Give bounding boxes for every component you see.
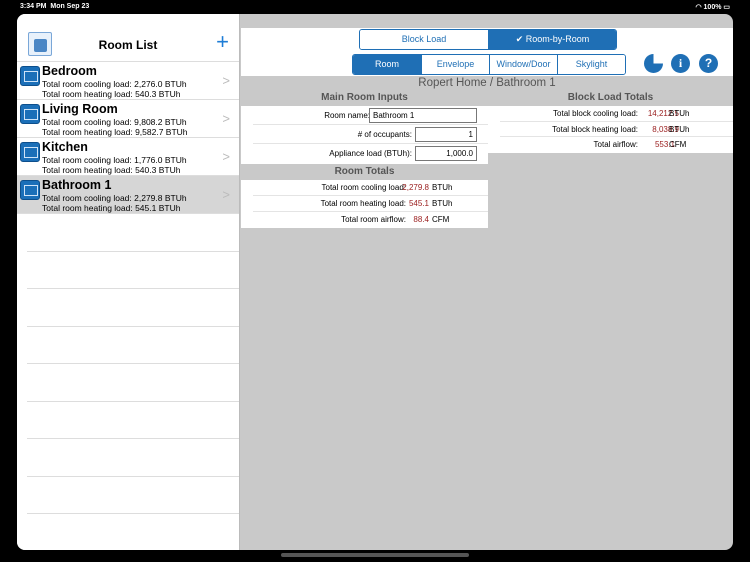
occupants-label: # of occupants: [357,130,412,139]
block-total-row: Total block heating load: 8,038.9 BTUh [500,122,733,137]
section-tabs: Room Envelope Window/Door Skylight [352,54,626,75]
room-name: Bedroom [42,64,97,78]
room-name-input[interactable]: Bathroom 1 [369,108,477,123]
room-name: Bathroom 1 [42,178,112,192]
total-label: Total room cooling load: [321,183,407,192]
room-total-row: Total room cooling load: 2,279.8 BTUh [253,180,488,196]
empty-row [27,477,239,514]
total-label: Total block cooling load: [553,109,638,118]
toolbar: Block Load ✔ Room-by-Room Room Envelope … [241,28,733,76]
tab-window-door[interactable]: Window/Door [489,55,557,74]
total-unit: BTUh [432,183,453,192]
chevron-right-icon: > [222,149,230,164]
room-cooling: Total room cooling load: 9,808.2 BTUh [42,117,187,127]
total-label: Total room heating load: [320,199,406,208]
tab-envelope[interactable]: Envelope [421,55,489,74]
total-unit: CFM [432,215,450,224]
room-icon [20,104,40,124]
room-name-row: Room name: Bathroom 1 [253,106,488,125]
sidebar-title: Room List [98,38,158,52]
home-indicator[interactable] [281,553,469,557]
help-icon[interactable]: ? [699,54,718,73]
total-label: Total airflow: [593,140,638,149]
total-unit: CFM [669,140,687,149]
room-total-row: Total room airflow: 88.4 CFM [253,212,488,228]
room-total-row: Total room heating load: 545.1 BTUh [253,196,488,212]
mode-segmented-control: Block Load ✔ Room-by-Room [359,29,617,50]
room-cooling: Total room cooling load: 1,776.0 BTUh [42,155,187,165]
breadcrumb: Ropert Home / Bathroom 1 [418,77,556,89]
total-unit: BTUh [669,124,690,134]
room-name-label: Room name: [324,111,370,120]
empty-row [27,289,239,327]
total-unit: BTUh [669,109,690,118]
tab-room[interactable]: Room [353,55,421,74]
room-icon [20,66,40,86]
status-time: 3:34 PM Mon Sep 23 [20,3,90,10]
room-item-kitchen[interactable]: Kitchen Total room cooling load: 1,776.0 … [17,138,239,176]
tab-skylight[interactable]: Skylight [557,55,625,74]
status-bar: 3:34 PM Mon Sep 23 ◠ 100% ▭ [0,0,750,14]
total-label: Total room airflow: [341,215,406,224]
empty-row [27,364,239,402]
main-inputs-heading: Main Room Inputs [321,92,408,103]
room-name: Kitchen [42,140,88,154]
pie-chart-icon[interactable] [644,54,663,73]
chevron-right-icon: > [222,111,230,126]
info-icon[interactable]: i [671,54,690,73]
add-room-button[interactable]: + [216,31,229,53]
room-heating: Total room heating load: 9,582.7 BTUh [42,127,188,137]
occupants-input[interactable]: 1 [415,127,477,142]
room-list-sidebar: Room List + Bedroom Total room cooling lo… [17,14,240,550]
room-icon [20,142,40,162]
total-label: Total block heating load: [552,124,638,134]
chevron-right-icon: > [222,187,230,202]
total-value: 2,279.8 [402,183,429,192]
room-heating: Total room heating load: 540.3 BTUh [42,89,181,99]
empty-row [27,439,239,477]
room-heating: Total room heating load: 540.3 BTUh [42,165,181,175]
room-cooling: Total room cooling load: 2,279.8 BTUh [42,193,187,203]
room-item-bathroom-1[interactable]: Bathroom 1 Total room cooling load: 2,279… [17,176,239,214]
room-totals-heading: Room Totals [334,166,395,177]
appliance-label: Appliance load (BTUh): [329,149,412,158]
empty-row [27,252,239,289]
appliance-input[interactable]: 1,000.0 [415,146,477,161]
room-cooling: Total room cooling load: 2,276.0 BTUh [42,79,187,89]
room-name: Living Room [42,102,118,116]
occupants-row: # of occupants: 1 [253,125,488,144]
total-unit: BTUh [432,199,453,208]
block-total-row: Total airflow: 553.1 CFM [500,137,733,153]
block-totals-heading: Block Load Totals [567,92,654,103]
empty-row [27,402,239,439]
room-item-bedroom[interactable]: Bedroom Total room cooling load: 2,276.0 … [17,62,239,100]
battery-level: ◠ 100% ▭ [695,4,730,11]
chevron-right-icon: > [222,73,230,88]
block-total-row: Total block cooling load: 14,212.5 BTUh [500,106,733,122]
room-heating: Total room heating load: 545.1 BTUh [42,203,181,213]
room-item-living-room[interactable]: Living Room Total room cooling load: 9,80… [17,100,239,138]
block-load-tab[interactable]: Block Load [360,30,488,49]
appliance-row: Appliance load (BTUh): 1,000.0 [253,144,488,163]
empty-row [27,327,239,364]
total-value: 545.1 [408,199,429,208]
room-icon [20,180,40,200]
room-by-room-tab[interactable]: ✔ Room-by-Room [488,30,616,49]
total-value: 88.4 [413,215,429,224]
empty-row [27,214,239,252]
